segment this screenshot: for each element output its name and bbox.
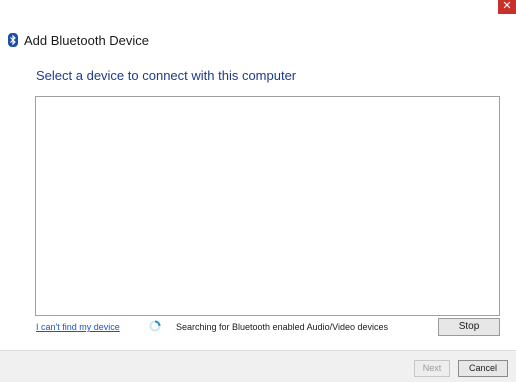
next-button: Next [414,360,450,377]
page-heading: Select a device to connect with this com… [36,68,297,83]
cant-find-device-link[interactable]: I can't find my device [36,322,120,332]
loading-spinner-icon [149,320,161,332]
close-icon: ✕ [502,0,512,12]
cancel-button[interactable]: Cancel [458,360,508,377]
window-title: Add Bluetooth Device [24,32,150,48]
search-status-text: Searching for Bluetooth enabled Audio/Vi… [176,322,388,332]
title-bar: Add Bluetooth Device [8,30,149,50]
stop-button[interactable]: Stop [438,318,500,336]
device-list[interactable] [35,96,500,316]
bluetooth-icon [8,33,18,47]
add-bluetooth-device-window: ✕ Add Bluetooth Device Select a device t… [0,0,516,382]
close-button[interactable]: ✕ [498,0,516,14]
dialog-footer: Next Cancel [0,350,516,382]
